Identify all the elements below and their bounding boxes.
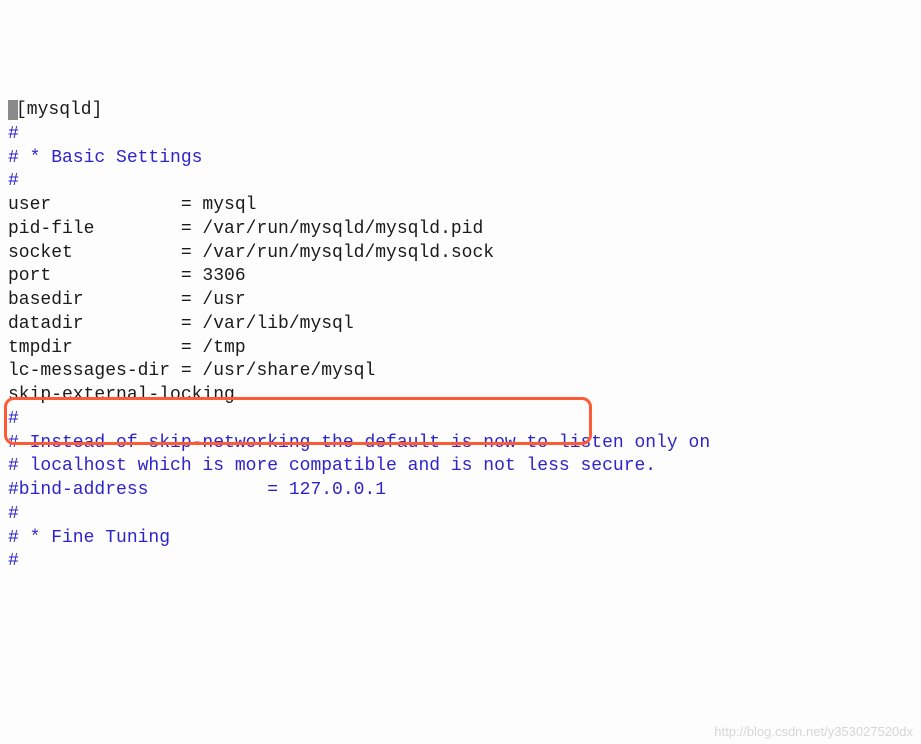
config-line-comment: # xyxy=(8,504,19,524)
config-line-datadir: datadir = /var/lib/mysql xyxy=(8,314,354,334)
config-line-comment: # xyxy=(8,551,19,571)
config-line-basedir: basedir = /usr xyxy=(8,290,246,310)
config-line-note2: # localhost which is more compatible and… xyxy=(8,456,656,476)
config-line-comment: # xyxy=(8,124,19,144)
config-line-bind-address: #bind-address = 127.0.0.1 xyxy=(8,480,386,500)
config-line-comment: # xyxy=(8,171,19,191)
config-line-basic-settings: # * Basic Settings xyxy=(8,148,202,168)
config-line-comment: # xyxy=(8,409,19,429)
config-line-tmpdir: tmpdir = /tmp xyxy=(8,338,246,358)
config-line-section: [mysqld] xyxy=(16,100,102,120)
config-line-skip-external: skip-external-locking xyxy=(8,385,235,405)
watermark-text: http://blog.csdn.net/y353027520dx xyxy=(714,723,913,740)
config-line-fine-tuning: # * Fine Tuning xyxy=(8,528,170,548)
config-line-pidfile: pid-file = /var/run/mysqld/mysqld.pid xyxy=(8,219,483,239)
config-line-user: user = mysql xyxy=(8,195,256,215)
config-line-note1: # Instead of skip-networking the default… xyxy=(8,433,710,453)
config-line-lcmessages: lc-messages-dir = /usr/share/mysql xyxy=(8,361,375,381)
config-line-socket: socket = /var/run/mysqld/mysqld.sock xyxy=(8,243,494,263)
config-line-port: port = 3306 xyxy=(8,266,246,286)
